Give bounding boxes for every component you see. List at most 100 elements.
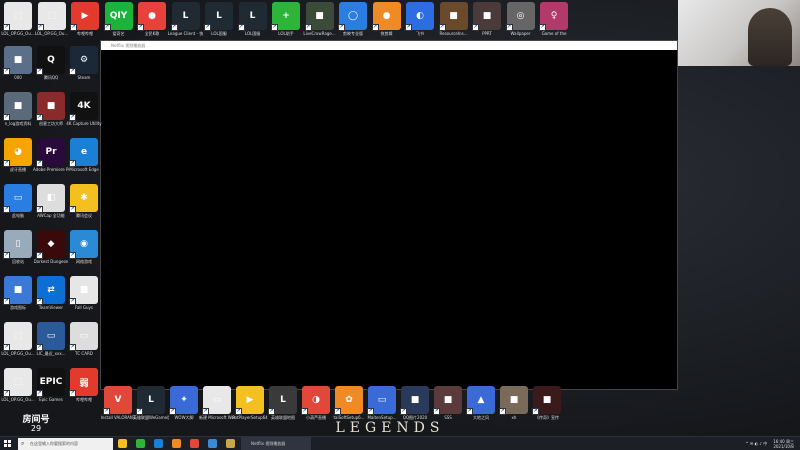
left-icon-10[interactable]: ◧ ↗ AWCap 全功能 [35,184,67,218]
left-icon-5[interactable]: 4K ↗ 4K Capture Utility [66,92,102,126]
wegame-icon [189,439,199,448]
shortcut-arrow-icon: ↗ [3,390,10,397]
left-icon-0[interactable]: ■ ↗ 000 [2,46,34,80]
bottom-icon-13[interactable]: ■ ↗ 《传奇》宣传 [531,386,563,420]
shortcut-arrow-icon: ↗ [438,24,446,31]
left-icon-18[interactable]: ⬚ ↗ LOL_OP.GG_Ou... [1,322,35,356]
top-icon-8[interactable]: + ↗ LOL助手 [270,2,302,36]
taskbar-active-window[interactable]: Netflix 视频播放器 [241,436,311,450]
start-button[interactable] [0,437,14,450]
taskbar-search-input[interactable]: 在这里输入你要搜索的内容 [18,437,113,450]
bottom-icon-4[interactable]: ▶ ↗ PotPlayerSetup64 [232,386,268,420]
taskbar-apps [113,437,239,450]
left-icon-11[interactable]: ✱ ↗ 腾讯会议 [68,184,100,218]
top-icon-11[interactable]: ● ↗ 快剪辑 [371,2,403,36]
left-icon-1[interactable]: Q ↗ 腾讯QQ [35,46,67,80]
left-icon-6[interactable]: ◕ ↗ 虎牙直播 [2,138,34,172]
taskbar-media-player[interactable] [203,437,221,450]
left-icon-23[interactable]: 弱 ↗ 哔哩哔哩 [68,368,100,402]
icon-label: Darkest Dungeon [33,259,69,264]
shortcut-arrow-icon: ↗ [69,206,76,213]
app-icon: ● ↗ [371,2,401,31]
legends-banner: LEGENDS [335,420,445,436]
shortcut-arrow-icon: ↗ [466,408,473,415]
bottom-icon-0[interactable]: V ↗ Install VALORANT [101,386,135,420]
left-icon-9[interactable]: ▭ ↗ 此电脑 [2,184,34,218]
top-icon-7[interactable]: L ↗ LOL国服 [237,2,269,36]
app-icon: ⬚ ↗ [3,368,32,397]
icon-label: LOL助手 [278,31,294,36]
top-icon-9[interactable]: ■ ↗ LiveCrowRage... [303,2,336,36]
taskbar-chrome[interactable] [131,437,149,450]
top-icon-3[interactable]: QIY ↗ 爱奇艺 [103,2,135,36]
top-icon-2[interactable]: ▶ ↗ 哔哩哔哩 [69,2,101,36]
left-icon-15[interactable]: ■ ↗ 游戏图标 [2,276,34,310]
top-icon-6[interactable]: L ↗ LOL国服 [203,2,235,36]
bottom-icon-10[interactable]: ■ ↗ SSS [432,386,464,420]
bottom-icon-3[interactable]: ▭↗新建 Microsoft Word 文档 [199,386,235,420]
left-icon-13[interactable]: ◆ ↗ Darkest Dungeon [33,230,69,264]
taskbar-league[interactable] [221,437,239,450]
shortcut-arrow-icon: ↗ [69,390,76,397]
left-icon-4[interactable]: ■ ↗ 创意工坊大师 [35,92,67,126]
bottom-icon-2[interactable]: ✦ ↗ WOW大脚 [168,386,200,420]
shortcut-arrow-icon: ↗ [338,24,345,31]
streamer-avatar [748,8,792,66]
shortcut-arrow-icon: ↗ [3,114,10,121]
left-icon-20[interactable]: ▭ ↗ TC CARD [68,322,100,356]
bottom-icon-9[interactable]: ■ ↗ QQ图片2020 [399,386,431,420]
icon-label: 腾讯会议 [76,213,92,218]
taskbar-wegame[interactable] [185,437,203,450]
left-icon-19[interactable]: ▭ ↗ LIC_最近_xxx... [35,322,67,356]
left-icon-7[interactable]: Pr ↗ Adobe Premiere Pro [33,138,69,172]
app-icon: ▶ ↗ [70,2,99,31]
app-icon: ■ ↗ [36,92,65,121]
top-icon-5[interactable]: L ↗ League Client - 快 [168,2,203,36]
top-icon-12[interactable]: ◐ ↗ 飞书 [404,2,436,36]
video-player-window[interactable]: Netflix 视频播放器 [100,40,678,390]
left-icon-12[interactable]: ▯ ↗ 回收站 [2,230,34,264]
left-icon-14[interactable]: ◉ ↗ 网络游戏 [68,230,100,264]
top-icon-16[interactable]: ♀ ↗ Game of the [538,2,570,36]
left-icon-2[interactable]: ⚙ ↗ Steam [68,46,100,80]
left-icon-22[interactable]: EPIC ↗ Epic Games [35,368,67,402]
clock[interactable]: 16:40 周三 2021/10/8 [773,439,794,449]
shortcut-arrow-icon: ↗ [237,24,245,31]
bottom-icon-8[interactable]: ▭ ↗ MaitenSetup... [366,386,398,420]
bottom-icon-7[interactable]: ✿ ↗ taiSoftSetup6... [333,386,365,420]
icon-label: 英雄联盟WeGame版 [133,415,169,420]
bottom-icon-6[interactable]: ◑ ↗ 小葫芦直播 [300,386,332,420]
top-icon-0[interactable]: ⬚ ↗ LOL_OP.GG_Ou... [1,2,35,36]
shortcut-arrow-icon: ↗ [69,252,76,259]
left-icon-17[interactable]: ■ ↗ Fall Guys [68,276,100,310]
room-number: 29 [30,424,42,433]
icon-label: LOL_OP.GG_Ou... [1,397,35,402]
top-icon-14[interactable]: ■ ↗ PPRT [471,2,503,36]
shortcut-arrow-icon: ↗ [36,298,43,305]
webcam-overlay [678,0,800,66]
icon-label: MaitenSetup... [367,415,397,420]
top-icon-13[interactable]: ■ ↗ ResourceIns... [438,2,470,36]
bottom-icon-11[interactable]: ▲ ↗ 大地之风 [465,386,497,420]
left-icon-16[interactable]: ⇄ ↗ TeamViewer [35,276,67,310]
shortcut-arrow-icon: ↗ [69,298,76,305]
left-icon-3[interactable]: ■ ↗ n_log游戏资料 [2,92,34,126]
taskbar-edge[interactable] [149,437,167,450]
left-icon-21[interactable]: ⬚ ↗ LOL_OP.GG_Ou... [1,368,35,402]
icon-label: 英雄联盟地图 [271,415,295,420]
taskbar-qq[interactable] [167,437,185,450]
bottom-icon-5[interactable]: L ↗ 英雄联盟地图 [267,386,299,420]
top-icon-15[interactable]: ◎ ↗ Wallpaper [505,2,537,36]
app-icon: ◧ ↗ [36,184,65,213]
tray-icons[interactable]: ^ ✉ ◐ ♪ 中 [745,441,767,447]
icon-label: 游戏图标 [10,305,26,310]
taskbar-file-explorer[interactable] [113,437,131,450]
bottom-icon-1[interactable]: L ↗ 英雄联盟WeGame版 [133,386,169,420]
left-icon-8[interactable]: e ↗ Microsoft Edge [68,138,100,172]
top-icon-1[interactable]: ⬚ ↗ LOL_OP.GG_Ou... [35,2,68,36]
bottom-icon-12[interactable]: ■ ↗ xh [498,386,530,420]
top-icon-4[interactable]: ● ↗ 全民K歌 [136,2,168,36]
shortcut-arrow-icon: ↗ [36,160,43,167]
top-icon-10[interactable]: ◯ ↗ 剪映专业版 [337,2,369,36]
shortcut-arrow-icon: ↗ [36,344,43,351]
